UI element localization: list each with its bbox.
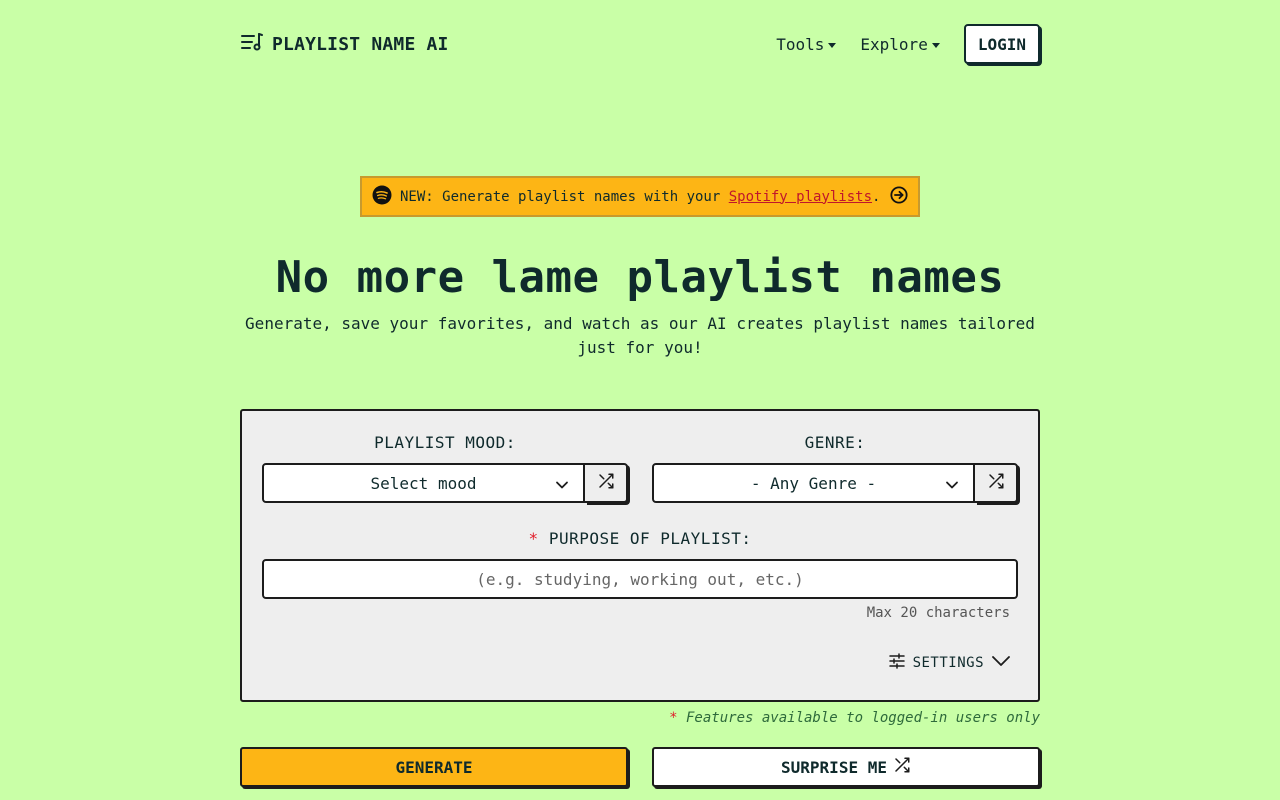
generate-button[interactable]: GENERATE: [240, 747, 628, 787]
mood-label: PLAYLIST MOOD:: [374, 433, 516, 452]
login-button[interactable]: LOGIN: [963, 24, 1040, 64]
genre-select[interactable]: - Any Genre -: [652, 463, 975, 503]
settings-toggle[interactable]: SETTINGS: [888, 653, 1010, 673]
shuffle-icon: [893, 756, 911, 778]
playlist-music-icon: [240, 30, 264, 59]
explore-label: Explore: [860, 34, 928, 54]
brand-name: PLAYLIST NAME AI: [272, 33, 449, 55]
shuffle-icon: [987, 472, 1005, 494]
settings-label: SETTINGS: [912, 655, 984, 671]
top-nav: PLAYLIST NAME AI Tools Explore LOGIN: [240, 24, 1040, 64]
chevron-down-icon: [555, 477, 569, 496]
required-asterisk: *: [528, 529, 539, 548]
tools-menu[interactable]: Tools: [776, 34, 837, 54]
chevron-down-icon: [945, 477, 959, 496]
banner-suffix: .: [872, 188, 881, 205]
note-asterisk: *: [669, 710, 678, 726]
purpose-input[interactable]: [262, 559, 1018, 599]
genre-shuffle-button[interactable]: [975, 463, 1018, 503]
spotify-playlists-link[interactable]: Spotify playlists: [729, 189, 872, 205]
mood-shuffle-button[interactable]: [585, 463, 628, 503]
generate-label: GENERATE: [395, 757, 473, 777]
mood-select[interactable]: Select mood: [262, 463, 585, 503]
surprise-label: SURPRISE ME: [781, 757, 887, 777]
logged-in-note: * Features available to logged-in users …: [669, 710, 1040, 726]
purpose-label: PURPOSE OF PLAYLIST:: [548, 529, 752, 548]
tools-label: Tools: [776, 34, 825, 54]
chevron-down-icon: [992, 655, 1010, 671]
max-characters-hint: Max 20 characters: [866, 605, 1010, 621]
genre-value: - Any Genre -: [750, 473, 877, 493]
shuffle-icon: [597, 472, 615, 494]
surprise-me-button[interactable]: SURPRISE ME: [652, 747, 1040, 787]
page-subtitle: Generate, save your favorites, and watch…: [245, 314, 1035, 357]
brand-logo[interactable]: PLAYLIST NAME AI: [240, 30, 449, 59]
genre-label: GENRE:: [804, 433, 866, 452]
sliders-icon: [888, 653, 905, 673]
purpose-label-row: * PURPOSE OF PLAYLIST:: [262, 529, 1018, 548]
banner-text: NEW: Generate playlist names with your S…: [400, 189, 880, 205]
note-text: Features available to logged-in users on…: [677, 710, 1040, 726]
announcement-banner[interactable]: NEW: Generate playlist names with your S…: [360, 176, 920, 217]
caret-down-icon: [931, 42, 940, 48]
arrow-right-circle-icon[interactable]: [890, 185, 908, 208]
banner-prefix: NEW: Generate playlist names with your: [400, 188, 729, 205]
mood-value: Select mood: [370, 473, 477, 493]
spotify-icon: [372, 185, 392, 209]
generator-form: PLAYLIST MOOD: Select mood GENRE: - Any …: [240, 409, 1040, 702]
caret-down-icon: [828, 42, 837, 48]
explore-menu[interactable]: Explore: [860, 34, 940, 54]
page-title: No more lame playlist names: [275, 252, 1005, 303]
